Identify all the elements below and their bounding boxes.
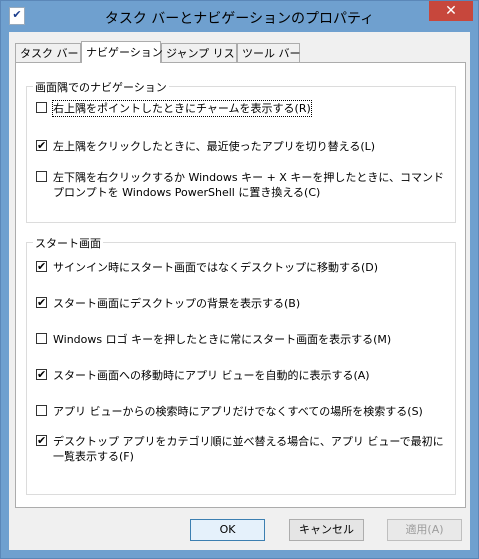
corner-navigation-group: 画面隅でのナビゲーション 右上隅をポイントしたときにチャームを表示する(R) ✔…	[26, 79, 456, 223]
option-show-charms-label: 右上隅をポイントしたときにチャームを表示する(R)	[52, 100, 312, 117]
window-frame-left	[1, 32, 9, 558]
tab-jump-list[interactable]: ジャンプ リスト	[161, 43, 246, 62]
option-list-desktop-apps-first[interactable]: ✔ デスクトップ アプリをカテゴリ順に並べ替える場合に、アプリ ビューで最初に一…	[36, 434, 447, 466]
properties-window: ✔ タスク バーとナビゲーションのプロパティ ✕ タスク バー ナビゲーション …	[0, 0, 479, 559]
apply-button[interactable]: 適用(A)	[387, 519, 462, 541]
option-search-everywhere[interactable]: アプリ ビューからの検索時にアプリだけでなくすべての場所を検索する(S)	[36, 404, 447, 420]
start-screen-group-title: スタート画面	[33, 235, 103, 251]
checkbox-show-apps-view[interactable]: ✔	[36, 369, 47, 380]
option-replace-command-prompt[interactable]: 左下隅を右クリックするか Windows キー + X キーを押したときに、コマ…	[36, 170, 447, 202]
checkbox-desktop-background[interactable]: ✔	[36, 297, 47, 308]
option-show-apps-view[interactable]: ✔ スタート画面への移動時にアプリ ビューを自動的に表示する(A)	[36, 368, 447, 384]
checkbox-go-to-desktop[interactable]: ✔	[36, 261, 47, 272]
window-title: タスク バーとナビゲーションのプロパティ	[104, 11, 375, 27]
option-start-on-active-display[interactable]: Windows ロゴ キーを押したときに常にスタート画面を表示する(M)	[36, 332, 447, 348]
option-desktop-background[interactable]: ✔ スタート画面にデスクトップの背景を表示する(B)	[36, 296, 447, 312]
checkbox-replace-command-prompt[interactable]	[36, 171, 47, 182]
checkbox-start-on-active-display[interactable]	[36, 333, 47, 344]
corner-navigation-group-title: 画面隅でのナビゲーション	[33, 79, 169, 95]
checkbox-show-charms[interactable]	[36, 102, 47, 113]
option-start-on-active-display-label: Windows ロゴ キーを押したときに常にスタート画面を表示する(M)	[53, 333, 392, 346]
tab-navigation[interactable]: ナビゲーション	[81, 41, 163, 63]
taskbar-properties-icon: ✔	[9, 7, 25, 25]
option-desktop-background-label: スタート画面にデスクトップの背景を表示する(B)	[53, 297, 301, 310]
start-screen-group: スタート画面 ✔ サインイン時にスタート画面ではなくデスクトップに移動する(D)…	[26, 235, 456, 495]
window-frame-bottom	[1, 550, 478, 558]
option-list-desktop-apps-first-label: デスクトップ アプリをカテゴリ順に並べ替える場合に、アプリ ビューで最初に一覧表…	[53, 435, 444, 463]
option-switch-recent-apps[interactable]: ✔ 左上隅をクリックしたときに、最近使ったアプリを切り替える(L)	[36, 139, 447, 155]
option-show-apps-view-label: スタート画面への移動時にアプリ ビューを自動的に表示する(A)	[53, 369, 370, 382]
option-go-to-desktop[interactable]: ✔ サインイン時にスタート画面ではなくデスクトップに移動する(D)	[36, 260, 447, 276]
title-bar[interactable]: ✔ タスク バーとナビゲーションのプロパティ ✕	[1, 1, 478, 32]
option-switch-recent-apps-label: 左上隅をクリックしたときに、最近使ったアプリを切り替える(L)	[53, 140, 376, 153]
cancel-button[interactable]: キャンセル	[289, 519, 364, 541]
option-replace-command-prompt-label: 左下隅を右クリックするか Windows キー + X キーを押したときに、コマ…	[53, 171, 445, 199]
checkbox-list-desktop-apps-first[interactable]: ✔	[36, 435, 47, 446]
navigation-tab-panel: 画面隅でのナビゲーション 右上隅をポイントしたときにチャームを表示する(R) ✔…	[15, 62, 466, 508]
ok-button[interactable]: OK	[190, 519, 265, 541]
option-show-charms[interactable]: 右上隅をポイントしたときにチャームを表示する(R)	[36, 100, 447, 117]
tab-toolbars[interactable]: ツール バー	[237, 43, 301, 62]
dialog-client-area: タスク バー ナビゲーション ジャンプ リスト ツール バー 画面隅でのナビゲー…	[9, 32, 470, 550]
option-go-to-desktop-label: サインイン時にスタート画面ではなくデスクトップに移動する(D)	[53, 261, 379, 274]
tab-taskbar[interactable]: タスク バー	[15, 43, 81, 62]
option-search-everywhere-label: アプリ ビューからの検索時にアプリだけでなくすべての場所を検索する(S)	[53, 405, 423, 418]
window-frame-right	[470, 32, 478, 558]
close-button[interactable]: ✕	[429, 1, 473, 21]
checkbox-search-everywhere[interactable]	[36, 405, 47, 416]
checkbox-switch-recent-apps[interactable]: ✔	[36, 140, 47, 151]
